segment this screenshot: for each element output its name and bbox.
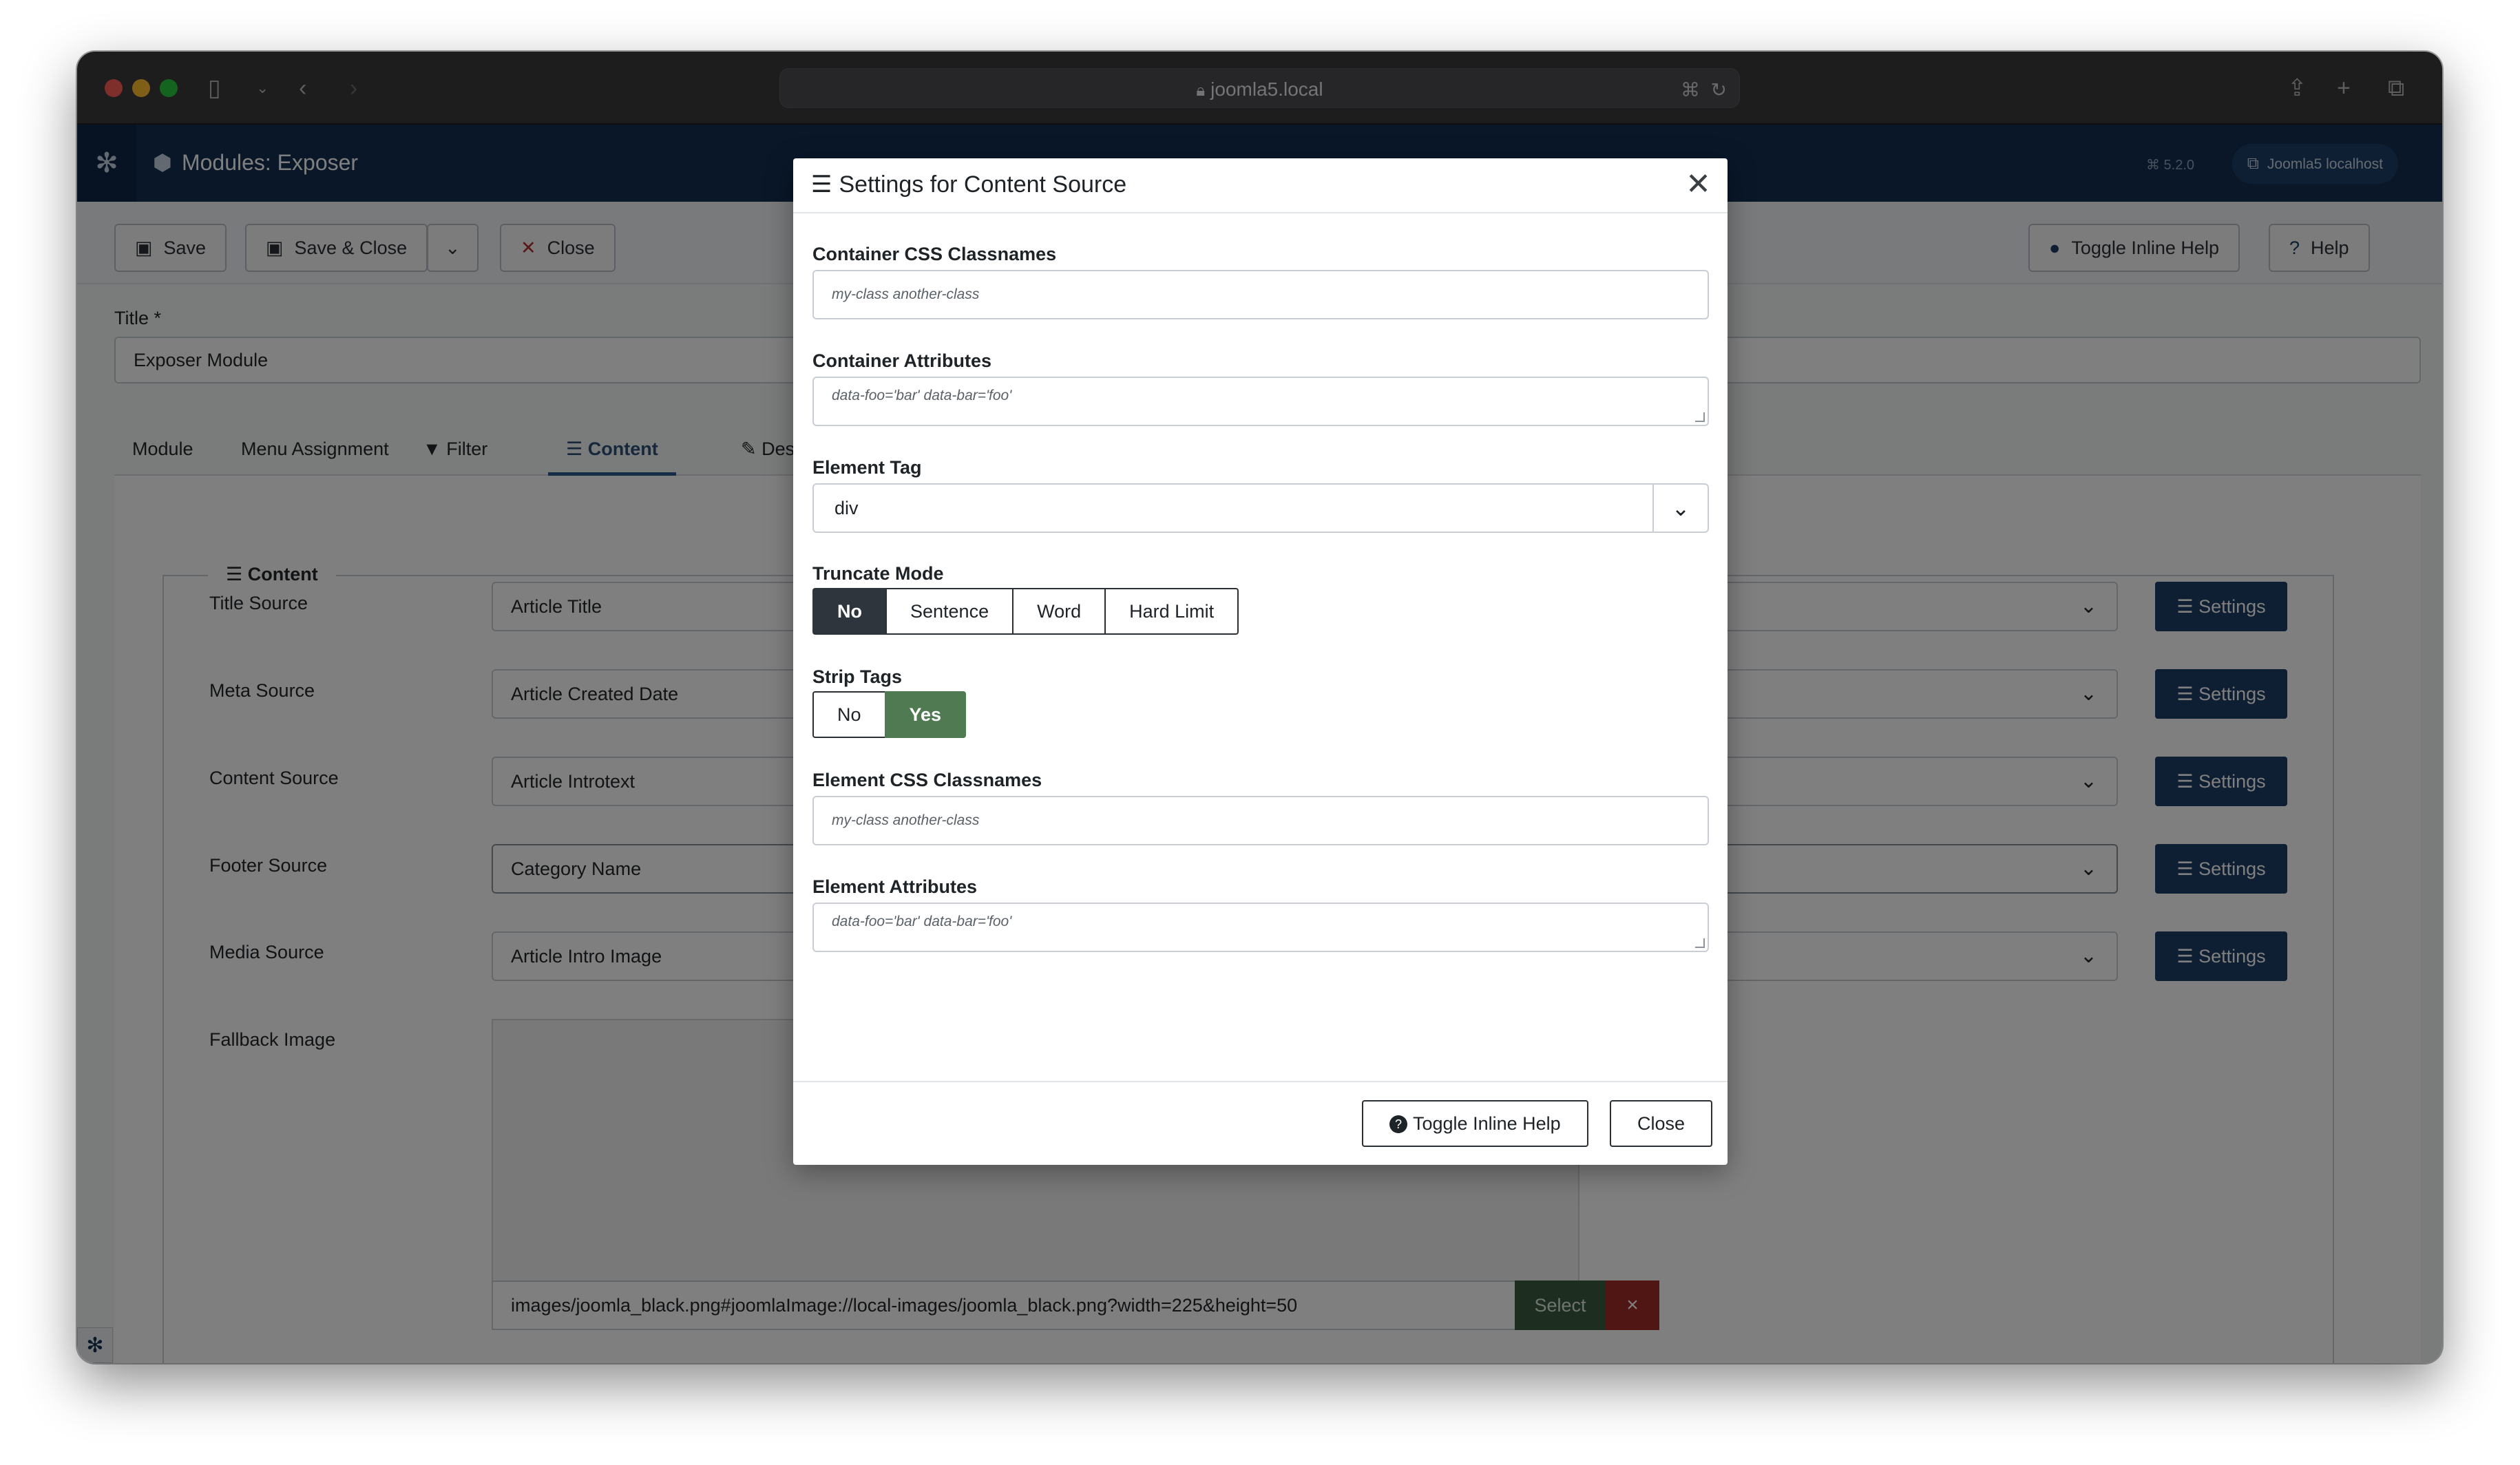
- modal-toggle-help-button[interactable]: ? Toggle Inline Help: [1362, 1100, 1588, 1147]
- container-attributes-label: Container Attributes: [812, 350, 992, 371]
- element-tag-label: Element Tag: [812, 457, 922, 478]
- modal-header: ☰ Settings for Content Source ✕: [793, 158, 1728, 213]
- container-css-input[interactable]: my-class another-class: [812, 270, 1709, 319]
- truncate-mode-group: No Sentence Word Hard Limit: [812, 588, 1239, 635]
- sliders-icon: ☰: [811, 171, 832, 198]
- element-css-input[interactable]: my-class another-class: [812, 796, 1709, 845]
- container-css-label: Container CSS Classnames: [812, 244, 1057, 264]
- element-tag-select[interactable]: div ⌄: [812, 483, 1709, 533]
- resize-handle-icon[interactable]: [1695, 412, 1705, 422]
- element-attributes-label: Element Attributes: [812, 876, 978, 897]
- truncate-mode-label: Truncate Mode: [812, 563, 944, 584]
- browser-window: ▯ ⌄ ‹ › 🔒︎joomla5.local ⌘ ↻ ⇪ + ⧉ ✻ ⬢Mod…: [77, 52, 2442, 1363]
- resize-handle-icon[interactable]: [1695, 938, 1705, 948]
- question-circle-icon: ?: [1389, 1115, 1407, 1133]
- modal-footer: ? Toggle Inline Help Close: [793, 1081, 1728, 1165]
- chevron-down-icon: ⌄: [1652, 485, 1708, 531]
- truncate-no-option[interactable]: No: [812, 588, 887, 635]
- element-css-label: Element CSS Classnames: [812, 770, 1042, 790]
- strip-tags-group: No Yes: [812, 691, 967, 738]
- container-attributes-textarea[interactable]: data-foo='bar' data-bar='foo': [812, 377, 1709, 426]
- strip-tags-label: Strip Tags: [812, 666, 903, 687]
- element-attributes-textarea[interactable]: data-foo='bar' data-bar='foo': [812, 903, 1709, 952]
- modal-close-button[interactable]: Close: [1610, 1100, 1713, 1147]
- strip-tags-no-option[interactable]: No: [812, 691, 886, 738]
- truncate-sentence-option[interactable]: Sentence: [885, 588, 1014, 635]
- settings-modal: ☰ Settings for Content Source ✕ Container…: [793, 158, 1728, 1165]
- truncate-word-option[interactable]: Word: [1012, 588, 1106, 635]
- modal-title: ☰ Settings for Content Source: [811, 171, 1127, 198]
- strip-tags-yes-option[interactable]: Yes: [884, 691, 967, 738]
- truncate-hard-limit-option[interactable]: Hard Limit: [1104, 588, 1239, 635]
- modal-close-icon[interactable]: ✕: [1686, 168, 1711, 201]
